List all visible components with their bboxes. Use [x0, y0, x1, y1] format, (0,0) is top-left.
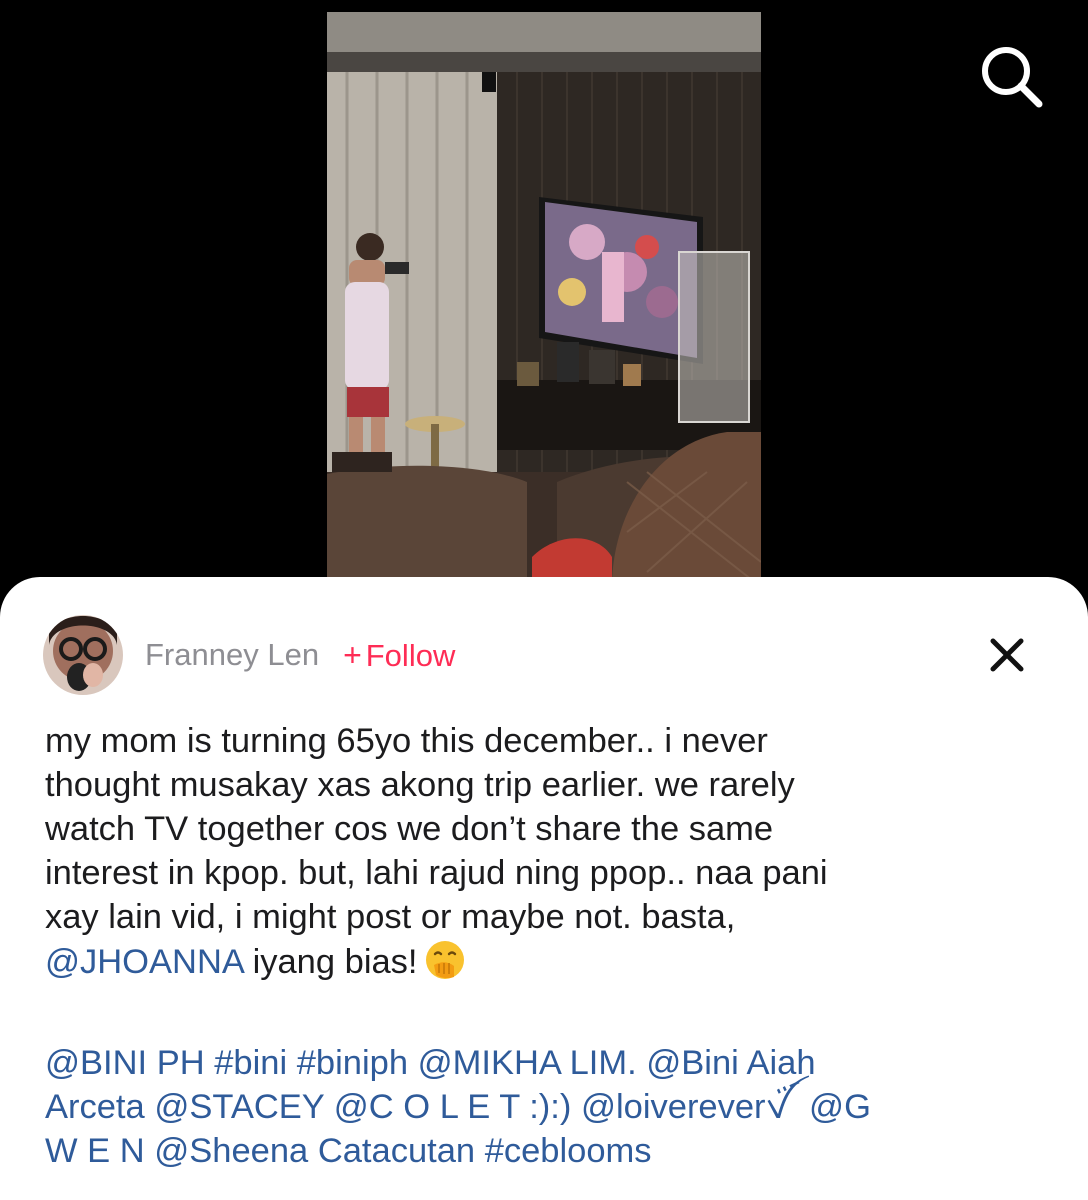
close-icon [990, 638, 1024, 672]
mention-link[interactable]: W E N [45, 1132, 145, 1170]
caption-line: interest in kpop. but, lahi rajud ning p… [45, 854, 828, 892]
hashtag-link[interactable]: #biniph [297, 1044, 408, 1082]
mention-link[interactable]: @STACEY [154, 1088, 324, 1126]
mention-link[interactable]: @C O L E T :):) [334, 1088, 572, 1126]
caption-line: xay lain vid, i might post or maybe not.… [45, 898, 736, 936]
search-button[interactable] [975, 40, 1047, 112]
tag-list: @BINI PH #bini #biniph @MIKHA LIM. @Bini… [45, 1041, 1055, 1173]
caption-line: watch TV together cos we don’t share the… [45, 810, 774, 848]
video-thumbnail [327, 12, 761, 587]
author-name[interactable]: Franney Len [145, 637, 319, 673]
avatar[interactable] [43, 615, 123, 695]
mention-link[interactable]: @BINI PH [45, 1044, 205, 1082]
hand-over-mouth-emoji-icon [425, 941, 464, 979]
caption-text: my mom is turning 65yo this december.. i… [45, 719, 1055, 984]
screen: Franney Len + Follow my mom is turning 65… [0, 0, 1088, 1200]
mention-link[interactable]: @loivereverꪜ ꪾ [581, 1088, 799, 1126]
mention-link[interactable]: @Sheena Catacutan [154, 1132, 475, 1170]
mention-link[interactable]: @JHOANNA [45, 943, 243, 981]
caption-line: my mom is turning 65yo this december.. i… [45, 722, 768, 760]
plus-icon: + [343, 636, 362, 673]
description-sheet: Franney Len + Follow my mom is turning 65… [0, 577, 1088, 1200]
follow-label: Follow [365, 637, 456, 673]
hashtag-link[interactable]: #bini [214, 1044, 287, 1082]
search-icon [982, 47, 1043, 108]
close-button[interactable] [985, 633, 1029, 677]
video-player[interactable] [327, 12, 761, 587]
mention-link[interactable]: @G [809, 1088, 871, 1126]
mention-link[interactable]: Arceta [45, 1088, 145, 1126]
author-row: Franney Len + Follow [43, 615, 1043, 695]
caption-line: thought musakay xas akong trip earlier. … [45, 766, 795, 804]
caption-tail: iyang bias! [242, 943, 418, 981]
follow-button[interactable]: + Follow [343, 637, 455, 674]
mention-link[interactable]: @Bini Aiah [646, 1044, 815, 1082]
hashtag-link[interactable]: #ceblooms [485, 1132, 652, 1170]
mention-link[interactable]: @MIKHA LIM. [418, 1044, 637, 1082]
